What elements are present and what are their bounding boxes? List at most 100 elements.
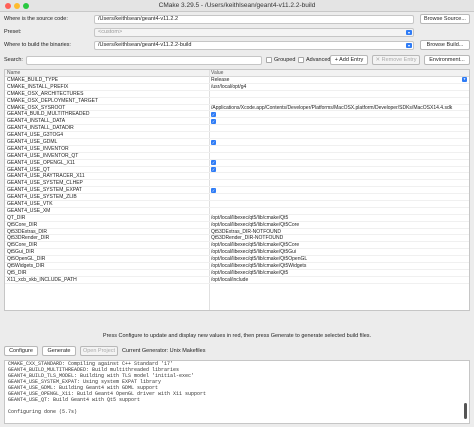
cache-entry-name: GEANT4_USE_XM: [7, 207, 51, 214]
table-row[interactable]: GEANT4_USE_G3TOG4: [5, 132, 469, 140]
table-row[interactable]: GEANT4_USE_GDML ✓: [5, 139, 469, 146]
value-checkbox[interactable]: ✓: [211, 167, 216, 173]
cache-entry-name: GEANT4_USE_INVENTOR: [7, 145, 69, 152]
cache-entry-name: Qt53DRender_DIR: [7, 235, 50, 242]
browse-build-button[interactable]: Browse Build...: [420, 40, 470, 50]
cache-entry-value[interactable]: /opt/local/libexec/qt5/lib/cmake/Qt5: [211, 215, 467, 221]
remove-entry-button[interactable]: ✕ Remove Entry: [372, 55, 420, 65]
cache-entry-value[interactable]: /opt/local/include: [211, 277, 467, 283]
table-row[interactable]: Qt5_DIR/opt/local/libexec/qt5/lib/cmake/…: [5, 270, 469, 277]
build-path-combo[interactable]: /Users/keithlsean/geant4-v11.2.2-build ▾: [94, 41, 414, 50]
table-row[interactable]: Qt5Core_DIR/opt/local/libexec/qt5/lib/cm…: [5, 222, 469, 229]
value-checkbox[interactable]: ✓: [211, 118, 216, 124]
cache-entry-name: Qt5Gui_DIR: [7, 249, 35, 256]
cache-entry-name: GEANT4_USE_QT: [7, 166, 50, 173]
cache-entry-name: GEANT4_USE_INVENTOR_QT: [7, 152, 79, 159]
table-row[interactable]: CMAKE_BUILD_TYPE Release ▾: [5, 77, 469, 84]
table-row[interactable]: GEANT4_USE_INVENTOR: [5, 146, 469, 153]
cache-entry-value[interactable]: /opt/local/libexec/qt5/lib/cmake/Qt5Core: [211, 222, 467, 228]
cache-entry-name: Qt53DExtras_DIR: [7, 228, 48, 235]
advanced-label: Advanced: [306, 57, 331, 63]
cache-entry-name: CMAKE_OSX_DEPLOYMENT_TARGET: [7, 97, 99, 104]
table-row[interactable]: GEANT4_USE_VTK: [5, 201, 469, 208]
chevron-down-icon[interactable]: ▾: [462, 77, 467, 82]
value-checkbox[interactable]: ✓: [211, 139, 216, 145]
value-checkbox[interactable]: ✓: [211, 160, 216, 166]
binaries-label: Where to build the binaries:: [4, 42, 71, 48]
table-row[interactable]: QT_DIR/opt/local/libexec/qt5/lib/cmake/Q…: [5, 215, 469, 222]
table-row[interactable]: Qt5OpenGL_DIR/opt/local/libexec/qt5/lib/…: [5, 256, 469, 264]
cache-entry-name: GEANT4_USE_GDML: [7, 139, 58, 146]
name-column-header[interactable]: Name: [7, 70, 20, 77]
remove-entry-label: Remove Entry: [381, 57, 417, 63]
table-row[interactable]: GEANT4_USE_SYSTEM_CLHEP: [5, 180, 469, 188]
advanced-checkbox[interactable]: [298, 57, 304, 63]
preset-label: Preset:: [4, 29, 22, 35]
chevron-down-icon: ▾: [406, 43, 412, 48]
table-row[interactable]: CMAKE_OSX_ARCHITECTURES: [5, 91, 469, 98]
table-row[interactable]: X11_xcb_xkb_INCLUDE_PATH/opt/local/inclu…: [5, 277, 469, 284]
cache-entry-name: Qt5_DIR: [7, 269, 27, 276]
table-row[interactable]: GEANT4_INSTALL_DATA ✓: [5, 118, 469, 126]
table-row[interactable]: GEANT4_INSTALL_DATADIR: [5, 125, 469, 133]
configure-hint: Press Configure to update and display ne…: [102, 333, 372, 339]
table-row[interactable]: GEANT4_USE_SYSTEM_ZLIB: [5, 194, 469, 202]
cache-entry-value[interactable]: /opt/local/libexec/qt5/lib/cmake/Qt5Gui: [211, 249, 467, 255]
environment-button[interactable]: Environment...: [424, 55, 470, 65]
cache-table: Name Value CMAKE_BUILD_TYPE Release ▾ CMAKE…: [4, 69, 470, 311]
preset-value: <custom>: [98, 29, 123, 35]
cache-entry-value[interactable]: Qt53DRender_DIR-NOTFOUND: [211, 235, 467, 241]
table-row[interactable]: CMAKE_OSX_DEPLOYMENT_TARGET: [5, 98, 469, 105]
cache-entry-name: CMAKE_BUILD_TYPE: [7, 77, 59, 83]
cache-entry-name: GEANT4_USE_G3TOG4: [7, 132, 64, 139]
cache-entry-value[interactable]: /Applications/Xcode.app/Contents/Develop…: [211, 105, 467, 111]
open-project-button[interactable]: Open Project: [80, 346, 118, 356]
cache-entry-name: CMAKE_INSTALL_PREFIX: [7, 83, 69, 90]
cache-entry-name: Qt5Core_DIR: [7, 221, 38, 228]
table-row[interactable]: GEANT4_USE_OPENGL_X11 ✓: [5, 160, 469, 167]
cache-entry-name: Qt5Widgets_DIR: [7, 263, 45, 270]
table-row[interactable]: GEANT4_USE_QT ✓: [5, 167, 469, 174]
cache-entry-value[interactable]: /opt/local/libexec/qt5/lib/cmake/Qt5Open…: [211, 256, 467, 262]
source-path-field[interactable]: /Users/keithlsean/geant4-v11.2.2: [94, 15, 414, 24]
value-column-header[interactable]: Value: [211, 70, 223, 77]
value-checkbox[interactable]: ✓: [211, 111, 216, 117]
search-input[interactable]: [26, 56, 262, 65]
table-row[interactable]: CMAKE_OSX_SYSROOT/Applications/Xcode.app…: [5, 105, 469, 112]
cache-entry-name: GEANT4_USE_SYSTEM_EXPAT: [7, 187, 82, 194]
table-row[interactable]: GEANT4_USE_INVENTOR_QT: [5, 153, 469, 160]
cache-entry-value[interactable]: Release: [211, 77, 467, 83]
cache-entry-name: GEANT4_USE_VTK: [7, 201, 53, 208]
cache-entry-name: GEANT4_INSTALL_DATADIR: [7, 125, 74, 132]
table-row[interactable]: Qt53DRender_DIR Qt53DRender_DIR-NOTFOUND: [5, 235, 469, 243]
output-log[interactable]: CMAKE_CXX_STANDARD: Compiling against C+…: [4, 360, 470, 424]
cache-entry-name: GEANT4_USE_SYSTEM_ZLIB: [7, 194, 77, 201]
add-entry-button[interactable]: + Add Entry: [330, 55, 368, 65]
cache-entry-value[interactable]: Qt53DExtras_DIR-NOTFOUND: [211, 229, 467, 235]
configure-button[interactable]: Configure: [4, 346, 38, 356]
table-row[interactable]: GEANT4_BUILD_MULTITHREADED ✓: [5, 111, 469, 119]
table-row[interactable]: Qt53DExtras_DIR Qt53DExtras_DIR-NOTFOUND: [5, 229, 469, 236]
preset-select[interactable]: <custom> ▾: [94, 28, 414, 37]
cache-entry-value[interactable]: /opt/local/libexec/qt5/lib/cmake/Qt5: [211, 270, 467, 276]
cache-entry-name: CMAKE_OSX_ARCHITECTURES: [7, 90, 84, 97]
table-row[interactable]: CMAKE_INSTALL_PREFIX/usr/local/opt/g4: [5, 84, 469, 91]
cache-entry-value[interactable]: /opt/local/libexec/qt5/lib/cmake/Qt5Widg…: [211, 263, 467, 269]
cache-entry-value[interactable]: /opt/local/libexec/qt5/lib/cmake/Qt5Core: [211, 242, 467, 248]
grouped-checkbox[interactable]: [266, 57, 272, 63]
log-scrollbar[interactable]: [464, 403, 467, 419]
table-row[interactable]: Qt5Widgets_DIR/opt/local/libexec/qt5/lib…: [5, 263, 469, 270]
log-line: Configuring done (5.7s): [8, 409, 78, 415]
generate-button[interactable]: Generate: [42, 346, 76, 356]
grouped-label: Grouped: [274, 57, 296, 63]
table-row[interactable]: GEANT4_USE_XM: [5, 208, 469, 215]
table-row[interactable]: GEANT4_USE_SYSTEM_EXPAT ✓: [5, 187, 469, 195]
browse-source-button[interactable]: Browse Source...: [420, 14, 470, 24]
value-checkbox[interactable]: ✓: [211, 187, 216, 193]
table-row[interactable]: Qt5Gui_DIR/opt/local/libexec/qt5/lib/cma…: [5, 249, 469, 257]
title-bar: CMake 3.29.5 - /Users/keithlsean/geant4-…: [0, 0, 474, 12]
current-generator-label: Current Generator: Unix Makefiles: [122, 348, 206, 354]
cache-entry-value[interactable]: /usr/local/opt/g4: [211, 84, 467, 90]
table-row[interactable]: Qt5Core_DIR/opt/local/libexec/qt5/lib/cm…: [5, 242, 469, 250]
table-row[interactable]: GEANT4_USE_RAYTRACER_X11: [5, 173, 469, 181]
